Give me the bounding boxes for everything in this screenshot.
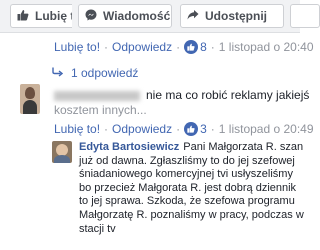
comment-reply-link[interactable]: Odpowiedz	[112, 40, 172, 54]
share-button[interactable]: Udostępnij	[180, 4, 284, 28]
like-badge-icon	[184, 40, 199, 54]
like-page-button[interactable]: Lubię to!	[10, 4, 72, 28]
blurred-author-name	[54, 90, 140, 101]
like-badge-icon	[184, 122, 199, 136]
reply-text-line: to jej sprawa. Szkoda, że szefowa progra…	[79, 195, 295, 208]
reply-text-line: stacji tv	[79, 222, 116, 235]
more-options-button[interactable]	[290, 4, 320, 28]
separator-dot: ·	[176, 122, 181, 136]
separator-dot: ·	[104, 122, 109, 136]
comment-like-count[interactable]: 8	[200, 40, 207, 54]
like-page-label: Lubię to!	[35, 9, 72, 23]
message-label: Wiadomość	[103, 9, 171, 23]
message-button[interactable]: Wiadomość	[78, 4, 172, 28]
reply-text: Pani Małgorzata R. szan	[183, 141, 304, 153]
reply-text-line: Małgorzatę R. poznaliśmy w pracy, podcza…	[79, 208, 304, 221]
thumbs-up-icon	[17, 9, 29, 24]
separator-dot: ·	[210, 40, 215, 54]
reply-text-line: śniadaniowego komercyjnej tvi usłyszeliś…	[79, 168, 293, 181]
comment-meta: Lubię to! · Odpowiedz · 3 · 1 listopad o…	[54, 122, 314, 136]
reply-author-link[interactable]: Edyta Bartosiewicz	[79, 141, 179, 153]
comment-like-link[interactable]: Lubię to!	[54, 40, 100, 54]
comment-text-line: nie ma co robić reklamy jakiejś	[146, 88, 310, 102]
comment-timestamp[interactable]: 1 listopad o 20:40	[219, 40, 314, 54]
view-replies-link[interactable]: 1 odpowiedź	[52, 66, 138, 80]
page-action-toolbar: Lubię to! Wiadomość Udostępnij	[0, 0, 320, 33]
comment-meta-top: Lubię to! · Odpowiedz · 8 · 1 listopad o…	[54, 40, 314, 54]
view-replies-label: 1 odpowiedź	[71, 66, 139, 80]
reply-body: Edyta Bartosiewicz Pani Małgorzata R. sza…	[79, 141, 319, 236]
separator-dot: ·	[210, 122, 215, 136]
messenger-icon	[85, 9, 97, 24]
separator-dot: ·	[104, 40, 109, 54]
reply-text-line: Edyta Bartosiewicz Pani Małgorzata R. sza…	[79, 141, 319, 155]
comment-reply-link[interactable]: Odpowiedz	[112, 122, 172, 136]
separator-dot: ·	[176, 40, 181, 54]
comment-text-line: kosztem innych...	[54, 103, 147, 117]
comment-timestamp[interactable]: 1 listopad o 20:49	[219, 122, 314, 136]
comment-body: nie ma co robić reklamy jakiejś kosztem …	[54, 88, 309, 118]
comment-like-link[interactable]: Lubię to!	[54, 122, 100, 136]
reply-arrow-icon	[52, 67, 64, 80]
share-arrow-icon	[187, 9, 199, 24]
reply-text-line: bo przecież Małgorata R. jest dobrą dzie…	[79, 181, 297, 194]
avatar[interactable]	[52, 141, 72, 163]
avatar[interactable]	[20, 84, 40, 114]
comment-like-count[interactable]: 3	[200, 122, 207, 136]
share-label: Udostępnij	[205, 9, 267, 23]
reply-text-line: już od dawna. Zgłaszliśmy to do jej szef…	[79, 154, 295, 167]
